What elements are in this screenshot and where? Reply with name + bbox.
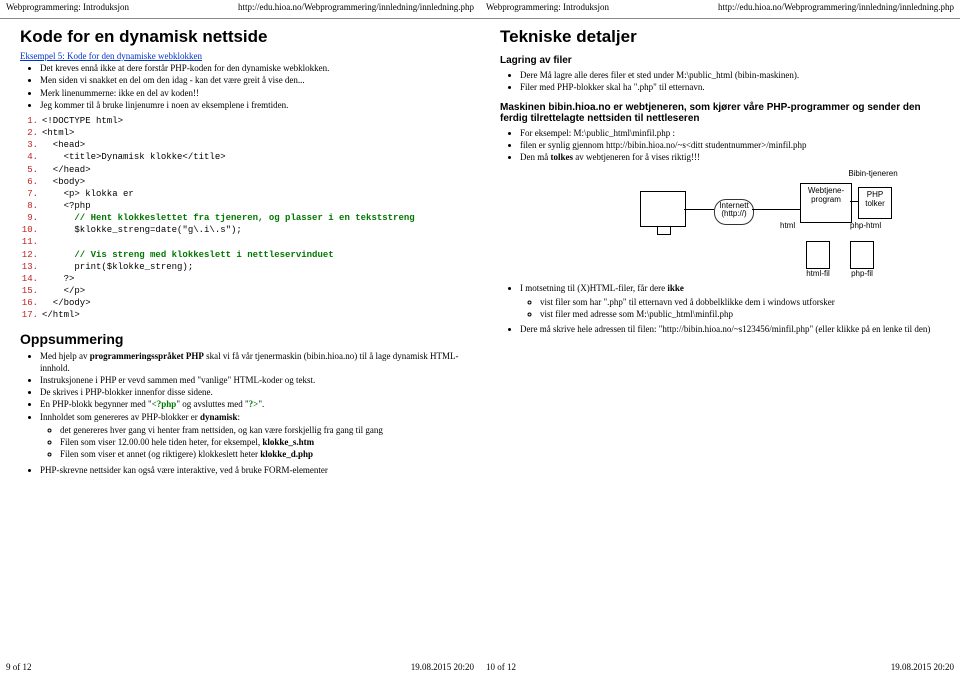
bullet: En PHP-blokk begynner med "<?php" og avs… (40, 399, 460, 410)
code-line: <html> (42, 128, 74, 138)
summary-h3: Oppsummering (20, 331, 460, 347)
code-line: </p> (42, 286, 85, 296)
left-h2: Kode for en dynamisk nettside (20, 27, 460, 47)
intro-bullets: Det kreves ennå ikke at dere forstår PHP… (20, 63, 460, 111)
example5-link[interactable]: Eksempel 5: Kode for den dynamiske webkl… (20, 51, 202, 61)
html-label: html (780, 221, 795, 230)
bullet: For eksempel: M:\public_html\minfil.php … (520, 128, 940, 139)
code-line: </body> (42, 298, 91, 308)
internet-cloud: Internett(http://) (714, 199, 754, 225)
bullet: PHP-skrevne nettsider kan også være inte… (40, 465, 460, 476)
bullet: Med hjelp av programmeringsspråket PHP s… (40, 351, 460, 374)
sub-bullet: Filen som viser 12.00.00 hele tiden hete… (60, 437, 460, 448)
code-line: <p> klokka er (42, 189, 134, 199)
php-interpreter-box: PHP tolker (858, 187, 892, 219)
arrow-icon (752, 209, 800, 210)
bullet: Jeg kommer til å bruke linjenumre i noen… (40, 100, 460, 111)
header-title: Webprogrammering: Introduksjon (486, 2, 609, 12)
code-line: </head> (42, 165, 91, 175)
summary-bullets: Med hjelp av programmeringsspråket PHP s… (20, 351, 460, 476)
code-line: <title>Dynamisk klokke</title> (42, 152, 226, 162)
client-monitor-icon (640, 191, 686, 227)
header-left: Webprogrammering: Introduksjon http://ed… (0, 0, 480, 12)
code-line: <!DOCTYPE html> (42, 116, 123, 126)
maskinen-bullets: For eksempel: M:\public_html\minfil.php … (500, 128, 940, 164)
webserver-box: Webtjene-program (800, 183, 852, 223)
html-file-icon: html-fil (806, 241, 830, 278)
code-line: <head> (42, 140, 85, 150)
bullet: Det kreves ennå ikke at dere forstår PHP… (40, 63, 460, 74)
page-number: 9 of 12 (6, 662, 32, 672)
sub-bullet: Filen som viser et annet (og riktigere) … (60, 449, 460, 460)
footer-left: 9 of 12 19.08.2015 20:20 (6, 661, 474, 672)
bullet: Instruksjonene i PHP er vevd sammen med … (40, 375, 460, 386)
code-comment: // Vis streng med klokkeslett i nettlese… (42, 250, 334, 260)
code-line: print($klokke_streng); (42, 262, 193, 272)
code-line: <?php (42, 201, 91, 211)
two-up-pages: Webprogrammering: Introduksjon http://ed… (0, 0, 960, 674)
timestamp: 19.08.2015 20:20 (411, 662, 474, 672)
page-left: Webprogrammering: Introduksjon http://ed… (0, 0, 480, 674)
footer-right: 10 of 12 19.08.2015 20:20 (486, 661, 954, 672)
bullet: Dere må skrive hele adressen til filen: … (520, 324, 940, 335)
code-line: <body> (42, 177, 85, 187)
bullet: Filer med PHP-blokker skal ha ".php" til… (520, 82, 940, 93)
lagring-h4: Lagring av filer (500, 55, 940, 66)
bullet: De skrives i PHP-blokker innenfor disse … (40, 387, 460, 398)
sub-bullet: vist filer som har ".php" til etternavn … (540, 297, 940, 308)
arrow-icon (684, 209, 714, 210)
bullet: I motsetning til (X)HTML-filer, får dere… (520, 283, 940, 320)
php-file-icon: php-fil (850, 241, 874, 278)
sub-bullet: vist filer med adresse som M:\public_htm… (540, 309, 940, 320)
code-line: $klokke_streng=date("g\.i\.s"); (42, 225, 242, 235)
phpphtml-label: php-html (850, 221, 881, 230)
maskinen-h4: Maskinen bibin.hioa.no er webtjeneren, s… (500, 102, 940, 124)
header-url: http://edu.hioa.no/Webprogrammering/innl… (718, 2, 954, 12)
bullet: Merk linenummerne: ikke en del av koden!… (40, 88, 460, 99)
page-right: Webprogrammering: Introduksjon http://ed… (480, 0, 960, 674)
sub-bullet: det genereres hver gang vi henter fram n… (60, 425, 460, 436)
code-comment: // Hent klokkeslettet fra tjeneren, og p… (42, 213, 415, 223)
code-block: 1.<!DOCTYPE html> 2.<html> 3. <head> 4. … (20, 115, 460, 321)
arrow-icon (850, 201, 858, 202)
motsetning-bullets: I motsetning til (X)HTML-filer, får dere… (500, 283, 940, 335)
bullet: Men siden vi snakket en del om den idag … (40, 75, 460, 86)
timestamp: 19.08.2015 20:20 (891, 662, 954, 672)
lagring-bullets: Dere Må lagre alle deres filer et sted u… (500, 70, 940, 94)
bullet: Dere Må lagre alle deres filer et sted u… (520, 70, 940, 81)
bullet: Den må tolkes av webtjeneren for å vises… (520, 152, 940, 163)
header-right: Webprogrammering: Introduksjon http://ed… (480, 0, 960, 12)
bullet: filen er synlig gjennom http://bibin.hio… (520, 140, 940, 151)
page-number: 10 of 12 (486, 662, 516, 672)
bullet: Innholdet som genereres av PHP-blokker e… (40, 412, 460, 461)
code-line: </html> (42, 310, 80, 320)
architecture-diagram: Bibin-tjeneren Internett(http://) Webtje… (640, 169, 900, 279)
right-h2: Tekniske detaljer (500, 27, 940, 47)
code-line: ?> (42, 274, 74, 284)
bibin-label: Bibin-tjeneren (848, 169, 898, 178)
header-title: Webprogrammering: Introduksjon (6, 2, 129, 12)
header-url: http://edu.hioa.no/Webprogrammering/innl… (238, 2, 474, 12)
